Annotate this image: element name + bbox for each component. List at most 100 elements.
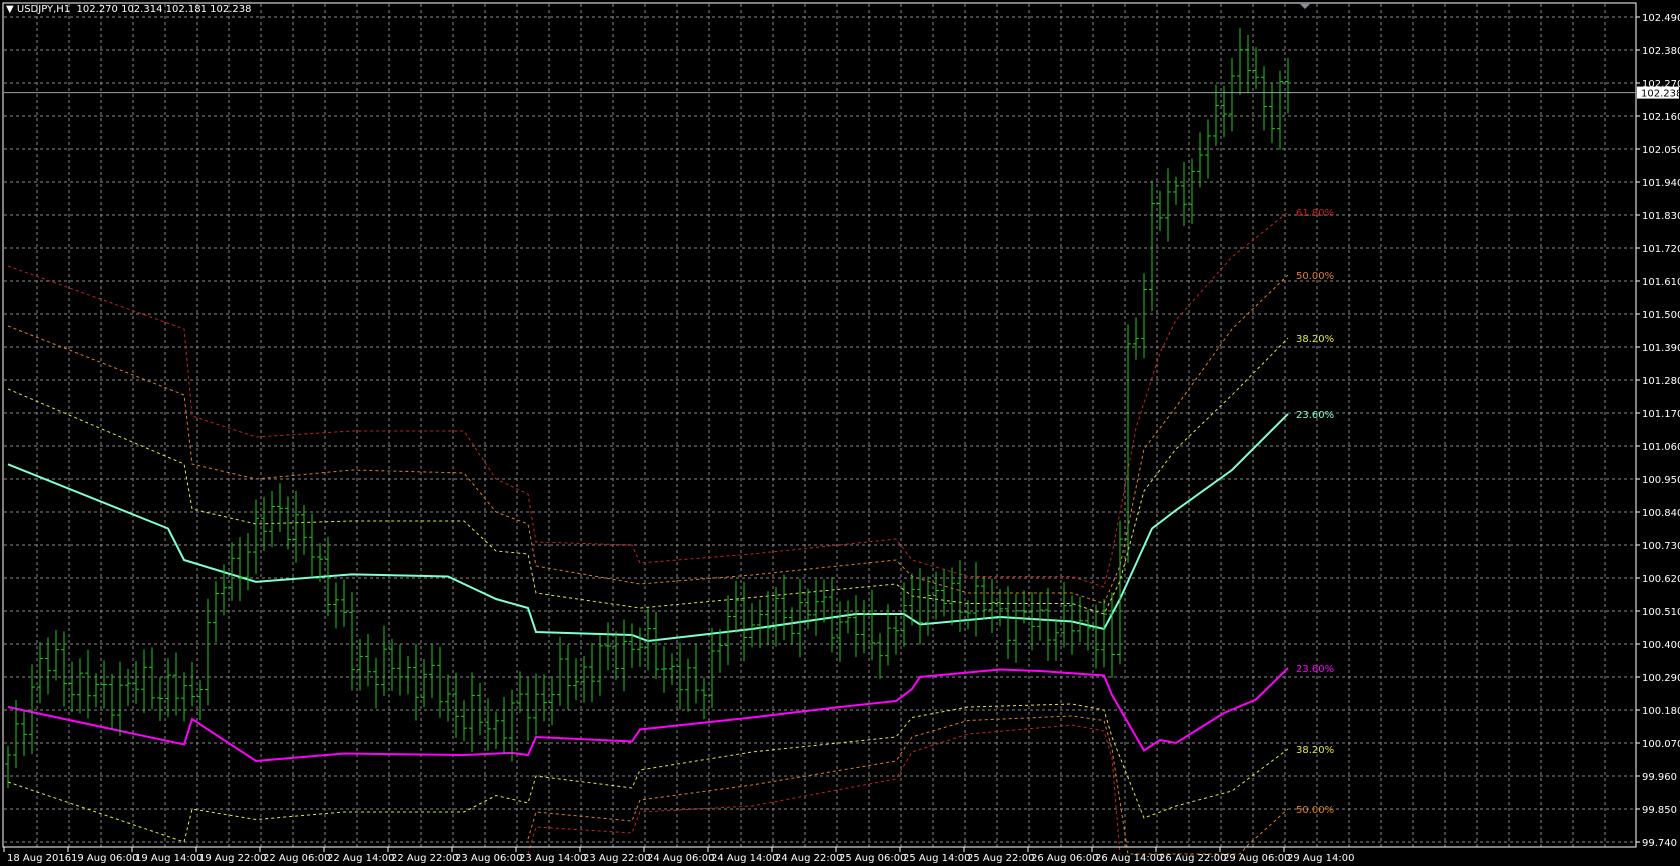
- price-bar: [1077, 596, 1083, 643]
- price-bar: [669, 653, 675, 685]
- price-bar: [1125, 324, 1131, 563]
- price-bar: [1237, 27, 1243, 95]
- x-tick-label: 19 Aug 06:00: [71, 853, 138, 864]
- price-bar: [341, 579, 347, 627]
- price-bar: [1157, 190, 1163, 231]
- y-tick-label: 101.170: [1642, 409, 1680, 420]
- y-tick-label: 100.950: [1642, 475, 1680, 486]
- line-upper-61.8: [7, 211, 1289, 588]
- price-bar: [661, 646, 667, 693]
- x-tick-label: 24 Aug 22:00: [775, 853, 842, 864]
- price-bar: [397, 644, 403, 696]
- price-bar: [277, 483, 283, 533]
- price-bar: [1213, 84, 1219, 146]
- y-tick-label: 100.730: [1642, 541, 1680, 552]
- price-bar: [1189, 158, 1195, 225]
- price-bar: [197, 679, 203, 721]
- line-lower-50: [527, 715, 1289, 855]
- price-bar: [381, 625, 387, 696]
- y-tick-label: 101.280: [1642, 376, 1680, 387]
- x-tick-label: 25 Aug 14:00: [903, 853, 970, 864]
- x-tick-label: 19 Aug 22:00: [199, 853, 266, 864]
- price-bars: [5, 27, 1291, 788]
- price-bar: [1269, 82, 1275, 144]
- price-bar: [365, 634, 371, 687]
- price-bar: [717, 629, 723, 673]
- price-bar: [85, 649, 91, 719]
- price-bar: [693, 643, 699, 704]
- price-bar: [557, 636, 563, 707]
- price-bar: [445, 674, 451, 722]
- price-bar: [429, 643, 435, 699]
- price-bar: [101, 660, 107, 709]
- level-label-upper-38.2: 38.20%: [1296, 334, 1334, 345]
- x-tick-label: 25 Aug 22:00: [967, 853, 1034, 864]
- price-chart[interactable]: 102.490102.380102.270102.160102.050101.9…: [0, 0, 1680, 866]
- level-label-lower-38.2: 38.20%: [1296, 745, 1334, 756]
- x-tick-label: 18 Aug 2016: [7, 853, 71, 864]
- price-bar: [589, 643, 595, 703]
- price-bar: [925, 576, 931, 636]
- x-tick-label: 26 Aug 14:00: [1095, 853, 1162, 864]
- price-bar: [1133, 317, 1139, 360]
- price-bar: [405, 655, 411, 695]
- price-bar: [1093, 604, 1099, 669]
- y-tick-label: 100.180: [1642, 706, 1680, 717]
- price-bar: [741, 581, 747, 662]
- price-bar: [461, 700, 467, 742]
- collapse-arrow-icon[interactable]: ▼: [6, 4, 14, 15]
- chart-shift-marker[interactable]: [1300, 4, 1310, 9]
- level-label-lower-50: 50.00%: [1296, 805, 1334, 816]
- y-tick-label: 100.840: [1642, 508, 1680, 519]
- level-label-upper-50: 50.00%: [1296, 271, 1334, 282]
- price-bar: [125, 668, 131, 707]
- price-bar: [309, 513, 315, 576]
- price-bar: [525, 677, 531, 742]
- price-bar: [821, 579, 827, 623]
- price-bar: [813, 579, 819, 636]
- price-bar: [5, 746, 11, 788]
- price-bar: [861, 600, 867, 654]
- y-tick-label: 101.940: [1642, 178, 1680, 189]
- y-tick-label: 102.490: [1642, 13, 1680, 24]
- price-bar: [53, 630, 59, 681]
- price-bar: [725, 595, 731, 666]
- price-bar: [973, 562, 979, 637]
- price-bar: [1109, 592, 1115, 678]
- price-bar: [1045, 587, 1051, 662]
- price-bar: [173, 652, 179, 716]
- line-upper-50: [7, 274, 1289, 605]
- price-bar: [1285, 58, 1291, 114]
- price-bar: [453, 672, 459, 739]
- price-bar: [189, 661, 195, 707]
- price-bar: [237, 536, 243, 602]
- price-bar: [477, 682, 483, 736]
- x-tick-label: 26 Aug 22:00: [1159, 853, 1226, 864]
- x-tick-label: 19 Aug 14:00: [135, 853, 202, 864]
- ohlc-values: 102.270 102.314 102.181 102.238: [76, 4, 252, 15]
- price-bar: [77, 658, 83, 714]
- price-bar: [61, 631, 67, 707]
- price-bar: [45, 637, 51, 695]
- price-bar: [165, 658, 171, 718]
- price-bar: [709, 628, 715, 709]
- price-bar: [677, 642, 683, 710]
- price-bar: [205, 598, 211, 706]
- price-bar: [333, 582, 339, 629]
- price-bar: [469, 672, 475, 753]
- price-bar: [997, 588, 1003, 627]
- price-bar: [533, 673, 539, 736]
- x-tick-label: 23 Aug 22:00: [583, 853, 650, 864]
- level-label-lower-23.6: 23.60%: [1296, 664, 1334, 675]
- price-bar: [733, 580, 739, 633]
- price-bar: [437, 646, 443, 718]
- price-bar: [117, 661, 123, 737]
- price-bar: [645, 607, 651, 671]
- price-bar: [37, 642, 43, 704]
- price-bar: [69, 661, 75, 713]
- price-bar: [965, 600, 971, 630]
- price-bar: [349, 592, 355, 691]
- price-bar: [501, 696, 507, 755]
- price-bar: [93, 673, 99, 708]
- price-bar: [29, 664, 35, 755]
